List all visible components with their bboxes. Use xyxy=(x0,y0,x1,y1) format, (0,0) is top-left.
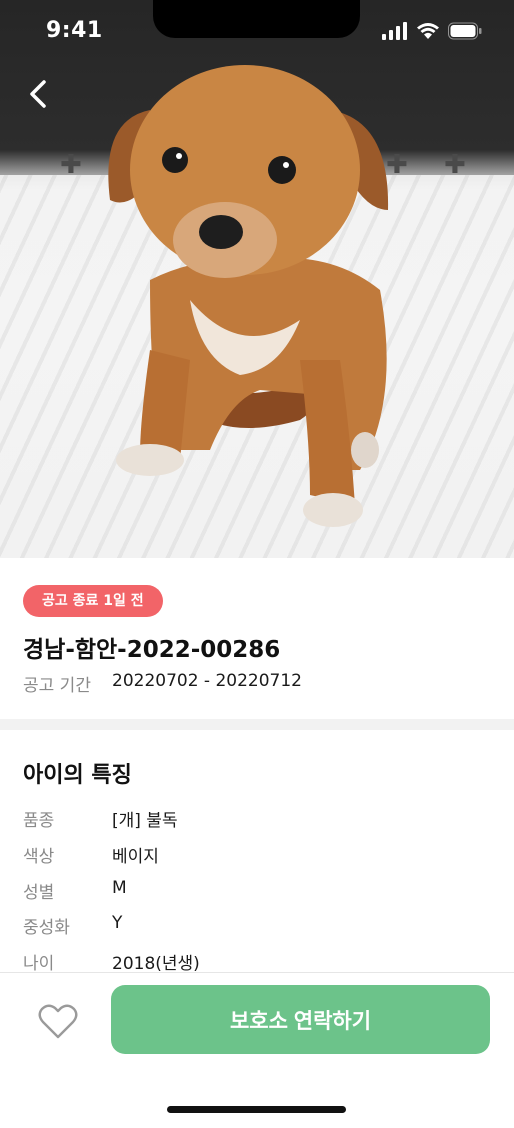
feature-label: 색상 xyxy=(23,847,55,867)
wifi-icon xyxy=(417,23,439,39)
notice-number: 경남-함안-2022-00286 xyxy=(23,637,281,663)
feature-value: [개] 불독 xyxy=(112,811,178,831)
notice-period-label: 공고 기간 xyxy=(23,676,91,696)
home-indicator xyxy=(167,1106,346,1113)
battery-icon xyxy=(448,22,482,40)
feature-row-age: 나이 2018(년생) xyxy=(23,949,200,974)
section-divider xyxy=(0,719,514,730)
status-time: 9:41 xyxy=(46,18,103,43)
features-title: 아이의 특징 xyxy=(23,763,132,788)
feature-value: M xyxy=(112,878,127,898)
contact-shelter-button[interactable]: 보호소 연락하기 xyxy=(111,985,490,1054)
feature-label: 성별 xyxy=(23,883,55,903)
device-notch xyxy=(153,0,360,38)
feature-row-neutered: 중성화 Y xyxy=(23,913,122,938)
feature-label: 품종 xyxy=(23,811,55,831)
chevron-left-icon xyxy=(30,80,46,108)
feature-value: Y xyxy=(112,913,123,933)
heart-outline-icon xyxy=(38,1004,78,1039)
signal-icon xyxy=(382,22,407,40)
feature-value: 2018(년생) xyxy=(112,954,200,974)
notice-period-value: 20220702 - 20220712 xyxy=(112,671,302,691)
deadline-badge: 공고 종료 1일 전 xyxy=(23,585,163,617)
feature-label: 나이 xyxy=(23,954,55,974)
back-button[interactable] xyxy=(18,74,58,114)
feature-row-breed: 품종 [개] 불독 xyxy=(23,806,178,831)
feature-row-color: 색상 베이지 xyxy=(23,842,159,867)
notice-period-row: 공고 기간 20220702 - 20220712 xyxy=(23,671,302,696)
dog-illustration xyxy=(108,65,389,527)
pet-photo: ✚ ✚ ✚ ✚ xyxy=(0,0,514,558)
status-bar: 9:41 xyxy=(0,0,514,64)
status-icons xyxy=(382,22,482,40)
favorite-button[interactable] xyxy=(36,999,80,1043)
feature-row-sex: 성별 M xyxy=(23,878,127,903)
feature-label: 중성화 xyxy=(23,918,70,938)
feature-value: 베이지 xyxy=(112,847,159,867)
